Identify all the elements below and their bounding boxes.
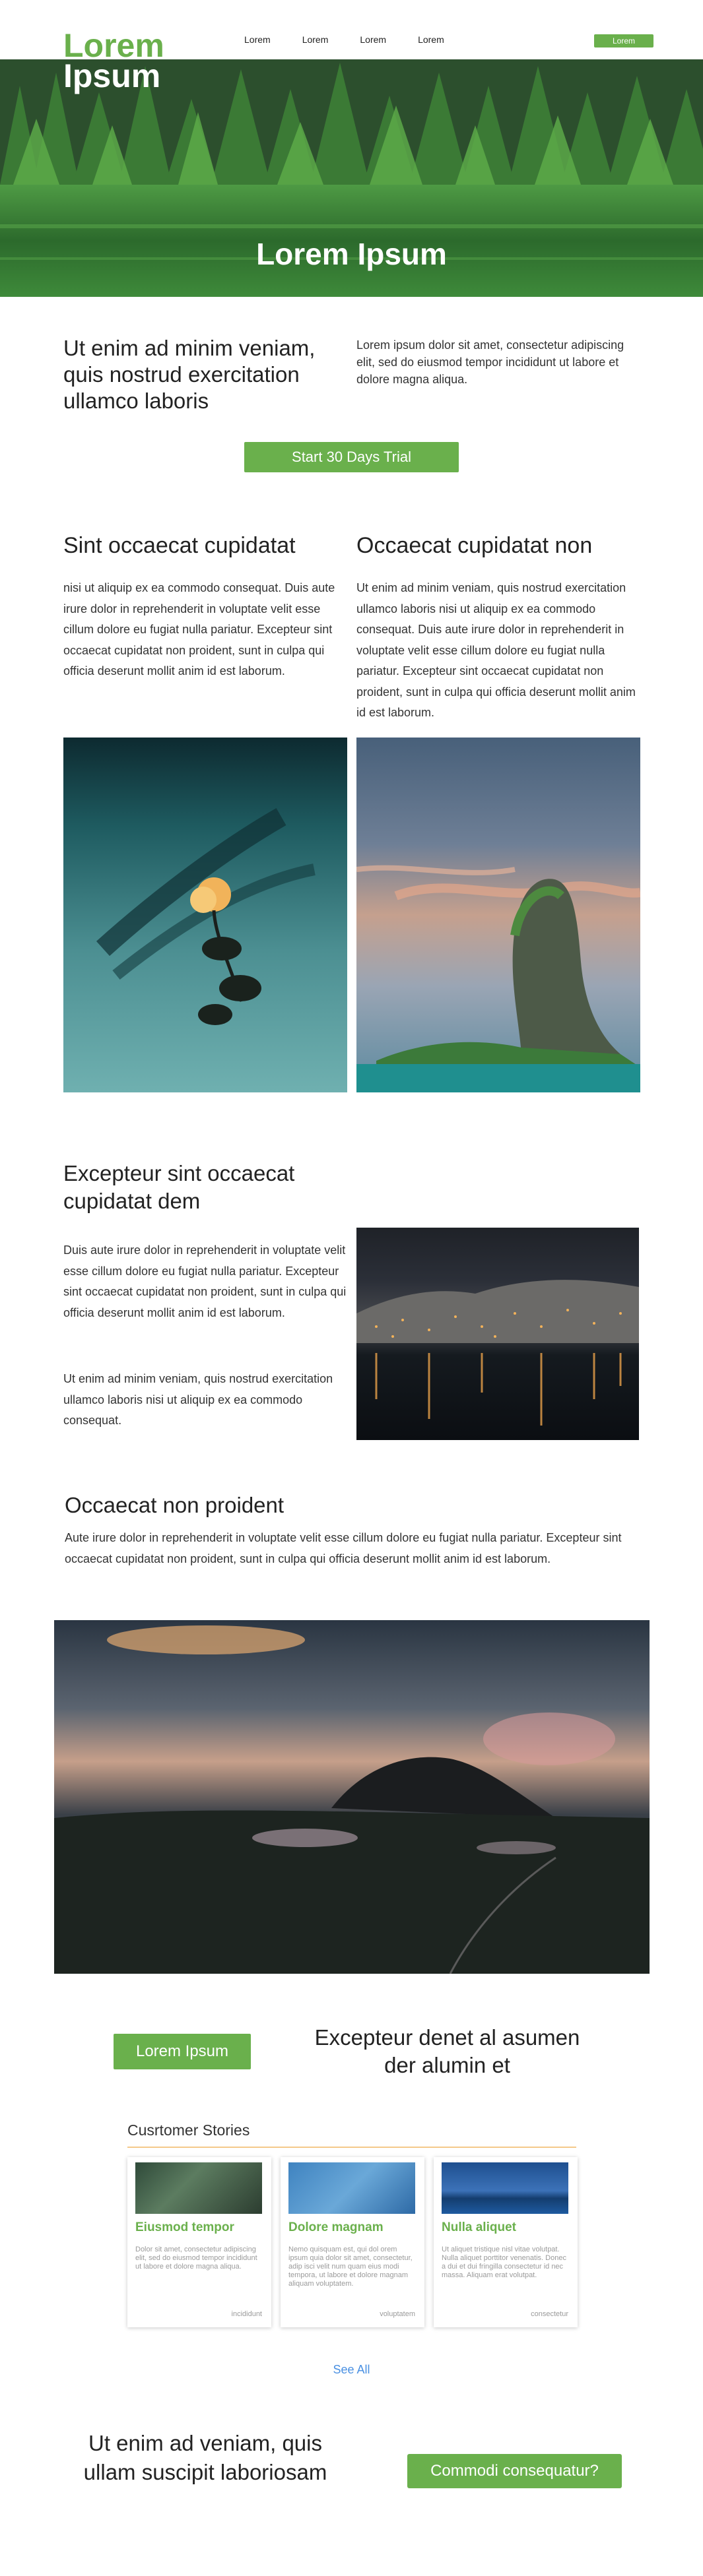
night-harbor-image (356, 1228, 639, 1440)
nav-link-4[interactable]: Lorem (418, 34, 444, 45)
logo-line-1: Lorem (63, 27, 164, 64)
lorem-ipsum-button[interactable]: Lorem Ipsum (114, 2034, 251, 2069)
story-card[interactable]: Eiusmod tempor Dolor sit amet, consectet… (127, 2157, 271, 2327)
header-cta-button[interactable]: Lorem (594, 34, 653, 47)
intro-text: Lorem ipsum dolor sit amet, consectetur … (356, 338, 624, 386)
story-card-title[interactable]: Dolore magnam (288, 2220, 384, 2235)
logo-line-2: Ipsum (63, 59, 161, 94)
story-card-text: Nemo quisquam est, qui dol orem ipsum qu… (288, 2246, 413, 2288)
story-card-text: Ut aliquet tristique nisl vitae volutpat… (442, 2246, 566, 2279)
see-all-link[interactable]: See All (0, 2363, 703, 2377)
nav-link-1[interactable]: Lorem (244, 34, 271, 45)
story-card-image (442, 2162, 568, 2214)
hero-title: Lorem Ipsum (256, 237, 447, 271)
mountain-landscape-image (54, 1620, 650, 1974)
column-right-heading: Occaecat cupidatat non (356, 533, 593, 558)
column-right-text: Ut enim ad minim veniam, quis nostrud ex… (356, 581, 636, 719)
story-card[interactable]: Dolore magnam Nemo quisquam est, qui dol… (281, 2157, 424, 2327)
start-trial-button[interactable]: Start 30 Days Trial (244, 442, 459, 472)
flower-image (63, 738, 347, 1092)
site-header: Lorem Lorem Lorem Lorem Lorem Lorem (0, 0, 703, 64)
proident-heading: Occaecat non proident (65, 1493, 285, 1517)
footer-heading: Ut enim ad veniam, quis ullam suscipit l… (83, 2431, 327, 2484)
story-card-footer: voluptatem (380, 2310, 415, 2318)
rock-island-image (356, 738, 640, 1092)
column-left-text: nisi ut aliquip ex ea commodo consequat.… (63, 581, 335, 677)
story-card-footer: incididunt (231, 2310, 262, 2318)
customer-stories-title: Cusrtomer Stories (127, 2121, 250, 2139)
story-card-title[interactable]: Nulla aliquet (442, 2220, 516, 2235)
excepteur-paragraph-2: Ut enim ad minim veniam, quis nostrud ex… (63, 1372, 333, 1427)
story-card-image (135, 2162, 262, 2214)
stories-divider (127, 2147, 576, 2148)
excepteur-paragraph-1: Duis aute irure dolor in reprehenderit i… (63, 1243, 347, 1319)
hero-banner: Ipsum Lorem Ipsum (0, 59, 703, 297)
proident-text: Aute irure dolor in reprehenderit in vol… (65, 1531, 622, 1565)
intro-heading: Ut enim ad minim veniam, quis nostrud ex… (63, 336, 316, 413)
nav-link-3[interactable]: Lorem (360, 34, 386, 45)
story-card-image (288, 2162, 415, 2214)
commodi-button[interactable]: Commodi consequatur? (407, 2454, 622, 2488)
story-card-text: Dolor sit amet, consectetur adipiscing e… (135, 2246, 257, 2271)
story-card-title[interactable]: Eiusmod tempor (135, 2220, 234, 2235)
logo[interactable]: Lorem (63, 26, 261, 65)
main-nav: Lorem Lorem Lorem Lorem (244, 34, 444, 45)
excepteur-heading: Excepteur sint occaecat cupidatat dem (63, 1161, 295, 1213)
story-card[interactable]: Nulla aliquet Ut aliquet tristique nisl … (434, 2157, 578, 2327)
story-card-footer: consectetur (531, 2310, 568, 2318)
cta-heading: Excepteur denet al asumen der alumin et (314, 2025, 580, 2077)
nav-link-2[interactable]: Lorem (302, 34, 329, 45)
column-left-heading: Sint occaecat cupidatat (63, 533, 296, 558)
